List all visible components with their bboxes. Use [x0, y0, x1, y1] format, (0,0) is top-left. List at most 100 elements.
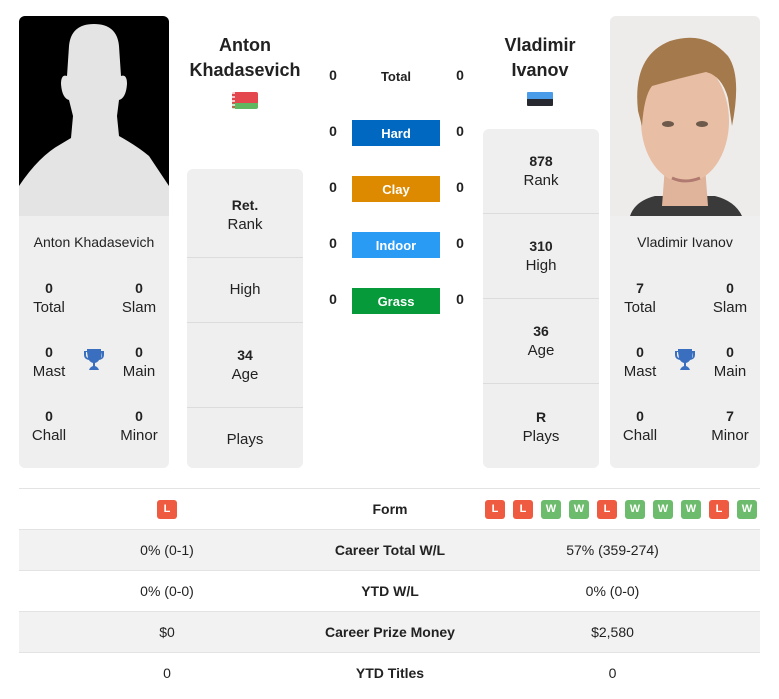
row-label: YTD Titles	[355, 665, 425, 681]
p1-mast-label: Mast	[32, 363, 66, 380]
surface-clay[interactable]: Clay	[352, 176, 440, 202]
table-row: 0% (0-1) Career Total W/L 57% (359-274)	[19, 529, 760, 570]
p2-rank-value: 878	[529, 153, 553, 169]
player2-name[interactable]: Vladimir Ivanov	[475, 33, 605, 83]
player2-full-name: Vladimir Ivanov	[637, 234, 733, 250]
p2-age-value: 36	[533, 323, 549, 339]
form-label: Form	[372, 501, 408, 517]
win-badge[interactable]: W	[653, 500, 673, 519]
p2-plays-value: R	[535, 408, 547, 425]
p1-value: 0% (0-0)	[140, 583, 194, 599]
h2h-grass-p1: 0	[329, 291, 337, 307]
p2-value: 57% (359-274)	[566, 542, 659, 558]
p2-rank-label: Rank	[523, 172, 559, 189]
h2h-clay-p2: 0	[456, 179, 464, 195]
loss-badge[interactable]: L	[157, 500, 177, 519]
player2-photo	[610, 16, 760, 216]
h2h-indoor-p2: 0	[456, 235, 464, 251]
h2h-hard-p2: 0	[456, 123, 464, 139]
loss-badge[interactable]: L	[513, 500, 533, 519]
p1-total-label: Total	[33, 299, 65, 316]
loss-badge[interactable]: L	[485, 500, 505, 519]
win-badge[interactable]: W	[541, 500, 561, 519]
win-badge[interactable]: W	[681, 500, 701, 519]
p1-rank-value: Ret.	[231, 197, 259, 213]
row-label: Career Prize Money	[325, 624, 455, 640]
surface-grass[interactable]: Grass	[352, 288, 440, 314]
p2-rank-cell: 878 Rank	[483, 129, 599, 214]
player1-last-name: Khadasevich	[189, 60, 301, 80]
player2-stats: 878 Rank 310 High 36 Age R Plays	[483, 129, 599, 468]
table-row: $0 Career Prize Money $2,580	[19, 611, 760, 652]
p1-high-cell: High	[187, 258, 303, 323]
p1-main-label: Main	[122, 363, 156, 380]
p1-total-value: 0	[45, 280, 53, 296]
p1-value: 0	[163, 665, 171, 681]
p1-minor-label: Minor	[120, 427, 158, 444]
p1-age-cell: 34 Age	[187, 323, 303, 408]
h2h-total-label: Total	[380, 69, 412, 84]
player2-last-name: Ivanov	[511, 60, 569, 80]
p2-total-value: 7	[636, 280, 644, 296]
p1-high-label: High	[229, 281, 261, 298]
h2h-total-p1: 0	[329, 67, 337, 83]
p2-mast-label: Mast	[623, 363, 657, 380]
estonia-flag-icon	[527, 92, 553, 106]
silhouette-icon	[19, 24, 169, 216]
p1-minor-value: 0	[135, 408, 143, 424]
p1-main-value: 0	[135, 344, 143, 360]
p1-rank-label: Rank	[227, 216, 263, 233]
p2-high-label: High	[525, 257, 557, 274]
p1-slam-label: Slam	[121, 299, 157, 316]
p2-plays-cell: R Plays	[483, 384, 599, 469]
p2-minor-value: 7	[726, 408, 734, 424]
p1-form: L	[19, 499, 315, 519]
p2-chall-value: 0	[636, 408, 644, 424]
p2-main-value: 0	[726, 344, 734, 360]
win-badge[interactable]: W	[737, 500, 757, 519]
player-portrait-icon	[630, 37, 742, 216]
player1-full-name: Anton Khadasevich	[33, 234, 155, 250]
p1-slam-value: 0	[135, 280, 143, 296]
p2-value: 0% (0-0)	[585, 583, 640, 599]
p2-slam-label: Slam	[712, 299, 748, 316]
belarus-flag-icon	[232, 92, 258, 109]
h2h-total-p2: 0	[456, 67, 464, 83]
win-badge[interactable]: W	[625, 500, 645, 519]
player1-card: Anton Khadasevich 0 Total 0 Slam 0 Mast 0 Ma…	[19, 16, 169, 468]
p2-value: 0	[608, 665, 617, 681]
p2-plays-label: Plays	[522, 427, 560, 445]
p2-high-value: 310	[529, 238, 553, 254]
h2h-clay-p1: 0	[329, 179, 337, 195]
player1-name[interactable]: Anton Khadasevich	[180, 33, 310, 83]
table-row: 0 YTD Titles 0	[19, 652, 760, 693]
win-badge[interactable]: W	[569, 500, 589, 519]
loss-badge[interactable]: L	[597, 500, 617, 519]
p1-plays-label: Plays	[226, 431, 264, 448]
row-label: YTD W/L	[361, 583, 419, 599]
p1-age-value: 34	[237, 347, 253, 363]
p2-high-cell: 310 High	[483, 214, 599, 299]
h2h-grass-p2: 0	[456, 291, 464, 307]
p1-rank-cell: Ret. Rank	[187, 173, 303, 258]
surface-hard[interactable]: Hard	[352, 120, 440, 146]
p2-mast-value: 0	[636, 344, 644, 360]
p1-chall-value: 0	[45, 408, 53, 424]
player1-stats: Ret. Rank High 34 Age Plays	[187, 169, 303, 468]
p2-value: $2,580	[591, 624, 634, 640]
p1-mast-value: 0	[45, 344, 53, 360]
p2-age-cell: 36 Age	[483, 299, 599, 384]
p2-minor-label: Minor	[711, 427, 749, 444]
p2-total-label: Total	[624, 299, 656, 316]
table-row: 0% (0-0) YTD W/L 0% (0-0)	[19, 570, 760, 611]
p1-chall-label: Chall	[31, 427, 67, 444]
loss-badge[interactable]: L	[709, 500, 729, 519]
p1-value: 0% (0-1)	[140, 542, 194, 558]
p2-slam-value: 0	[726, 280, 734, 296]
player1-photo-placeholder	[19, 16, 169, 216]
p2-age-label: Age	[527, 342, 555, 359]
p2-main-label: Main	[713, 363, 747, 380]
surface-indoor[interactable]: Indoor	[352, 232, 440, 258]
p1-age-label: Age	[231, 366, 259, 383]
player2-card: Vladimir Ivanov 7 Total 0 Slam 0 Mast 0 Main…	[610, 16, 760, 468]
